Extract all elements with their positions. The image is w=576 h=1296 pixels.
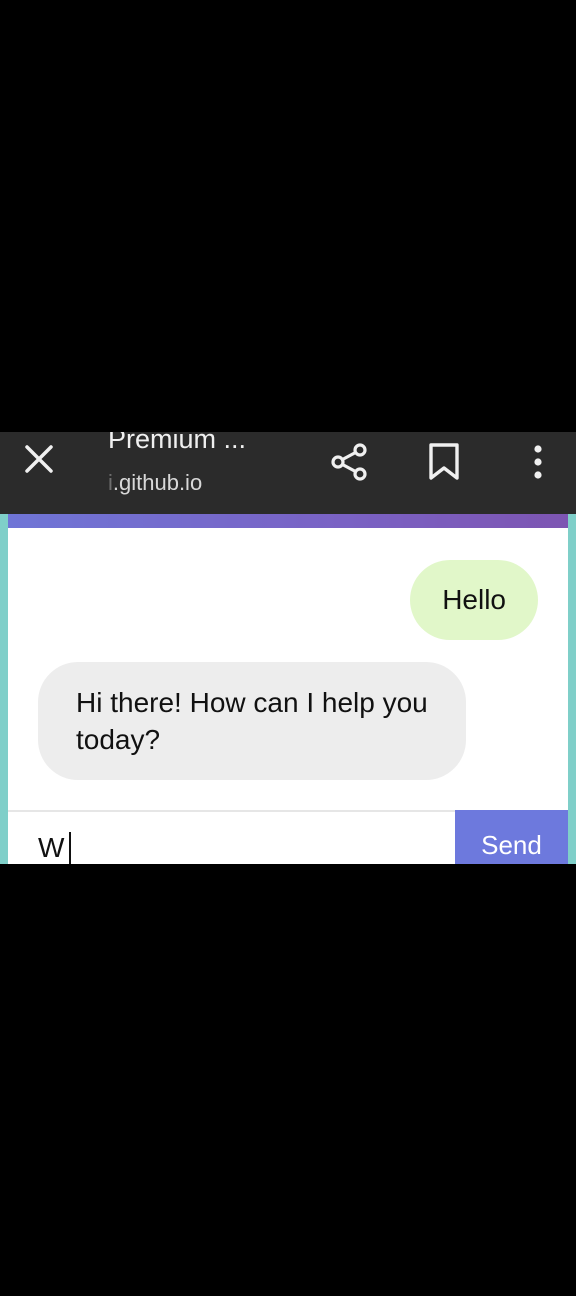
custom-tab-toolbar: Premium ... i.github.io [0, 432, 576, 514]
more-options-button[interactable] [514, 438, 562, 486]
page-title: Premium ... [108, 432, 247, 454]
message-input[interactable] [8, 812, 454, 864]
send-button[interactable]: Send [455, 810, 568, 864]
text-caret [69, 832, 71, 864]
chat-container: Hello Hi there! How can I help you today… [8, 514, 568, 864]
url-domain: .github.io [112, 470, 203, 495]
more-vert-icon [534, 445, 542, 479]
user-message-bubble: Hello [410, 560, 538, 640]
share-icon [331, 443, 367, 481]
close-icon [25, 445, 53, 473]
close-button[interactable] [18, 438, 60, 480]
chat-header-strip [8, 514, 568, 528]
bookmark-button[interactable] [420, 438, 468, 486]
bot-message-bubble: Hi there! How can I help you today? [38, 662, 466, 780]
web-content: Hello Hi there! How can I help you today… [0, 514, 576, 864]
page-info[interactable]: Premium ... i.github.io [108, 432, 308, 514]
bookmark-icon [429, 443, 459, 480]
share-button[interactable] [326, 438, 374, 486]
chat-input-row: Send [8, 810, 568, 864]
page-url: i.github.io [108, 470, 202, 496]
phone-screen: Premium ... i.github.io Hello Hi there! … [0, 0, 576, 1296]
